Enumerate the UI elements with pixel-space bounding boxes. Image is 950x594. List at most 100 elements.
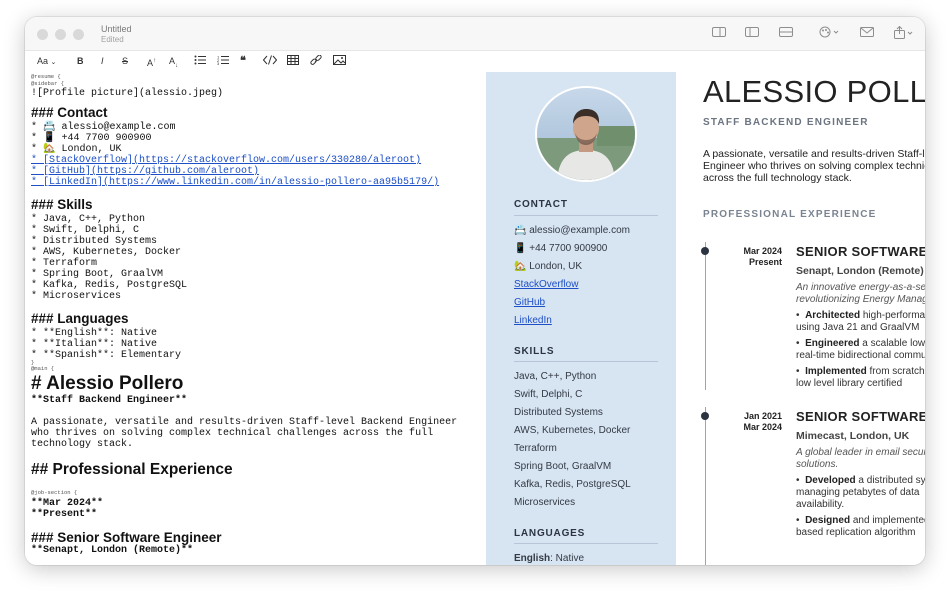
link-icon[interactable]	[310, 54, 322, 68]
job-bullet: • Architected high-performance using Jav…	[796, 310, 925, 333]
document-title: Untitled	[101, 24, 132, 34]
editor-link[interactable]: * [GitHub](https://github.com/aleroot)	[31, 166, 259, 177]
divider	[514, 215, 658, 216]
blockquote-icon[interactable]: ❝	[240, 55, 246, 67]
experience-heading: PROFESSIONAL EXPERIENCE	[703, 209, 877, 220]
minimize-window-button[interactable]	[55, 29, 66, 40]
editor-line: * Microservices	[31, 291, 122, 302]
contact-heading: CONTACT	[514, 199, 568, 210]
formatting-toolbar: Aa ⌄ B I S A↑ A↓ 123 ❝	[25, 51, 925, 72]
editor-line: * Java, C++, Python	[31, 214, 146, 225]
table-icon[interactable]	[287, 55, 299, 68]
strikethrough-button[interactable]: S	[122, 55, 128, 67]
skill-item: Kafka, Redis, PostgreSQL	[514, 479, 631, 490]
close-window-button[interactable]	[37, 29, 48, 40]
numbered-list-icon[interactable]: 123	[217, 55, 229, 68]
timeline-dot	[701, 412, 709, 420]
editor-heading: ### Contact	[31, 105, 108, 120]
share-icon[interactable]	[893, 25, 915, 43]
editor-line: * **English**: Native	[31, 328, 158, 339]
timeline-dot	[701, 247, 709, 255]
editor-heading: # Alessio Pollero	[31, 373, 184, 394]
stackoverflow-link[interactable]: StackOverflow	[514, 279, 578, 290]
resume-preview[interactable]: CONTACT 📇 alessio@example.com 📱 +44 7700…	[486, 72, 925, 565]
editor-window: Untitled Edited Aa ⌄ B I S A↑ A↓ 1 2 3 ❝…	[25, 17, 925, 565]
svg-text:3: 3	[217, 61, 220, 65]
skill-item: Microservices	[514, 497, 576, 508]
code-icon[interactable]	[262, 55, 278, 68]
zoom-window-button[interactable]	[73, 29, 84, 40]
job-bullet: • Developed a distributed system managin…	[796, 475, 925, 510]
editor-heading: ## Professional Experience	[31, 461, 233, 478]
editor-line: * 📇 alessio@example.com	[31, 122, 176, 133]
job-bullet: • Designed and implemented based replica…	[796, 515, 925, 538]
editor-heading: ### Senior Software Engineer	[31, 530, 222, 545]
job-bullet: • Implemented from scratch low level lib…	[796, 366, 925, 389]
job-date-start: Mar 2024	[743, 246, 782, 256]
job-title: SENIOR SOFTWARE ENGINEER	[796, 244, 925, 259]
markdown-editor[interactable]: @resume { @sidebar { ![Profile picture](…	[25, 72, 486, 565]
job-company: Senapt, London (Remote)	[796, 265, 924, 277]
github-link[interactable]: GitHub	[514, 297, 545, 308]
job-date-end: Mar 2024	[743, 422, 782, 432]
editor-line: * AWS, Kubernetes, Docker	[31, 247, 182, 258]
bold-button[interactable]: B	[77, 55, 84, 67]
divider	[514, 361, 658, 362]
font-size-dropdown[interactable]: Aa ⌄	[37, 55, 56, 69]
document-status: Edited	[101, 35, 124, 44]
skill-item: Swift, Delphi, C	[514, 389, 583, 400]
editor-line: * Distributed Systems	[31, 236, 158, 247]
italic-button[interactable]: I	[101, 55, 104, 67]
editor-line: * Kafka, Redis, PostgreSQL	[31, 280, 188, 291]
resume-sidebar: CONTACT 📇 alessio@example.com 📱 +44 7700…	[486, 72, 676, 565]
skills-heading: SKILLS	[514, 346, 555, 357]
resume-summary: A passionate, versatile and results-driv…	[703, 148, 925, 184]
editor-line: * 🏡 London, UK	[31, 144, 122, 155]
sidebar-toggle-icon[interactable]	[745, 26, 759, 41]
editor-link[interactable]: * [LinkedIn](https://www.linkedin.com/in…	[31, 177, 439, 188]
chevron-down-icon: ⌄	[50, 59, 57, 66]
language-item: English: Native	[514, 553, 585, 564]
job-title: SENIOR SOFTWARE ENGINEER	[796, 409, 925, 424]
editor-link[interactable]: * [StackOverflow](https://stackoverflow.…	[31, 155, 421, 166]
timeline-line	[705, 407, 706, 565]
resume-role: STAFF BACKEND ENGINEER	[703, 117, 869, 128]
job-date-start: Jan 2021	[743, 411, 782, 421]
editor-line: * Spring Boot, GraalVM	[31, 269, 164, 280]
editor-paragraph: A passionate, versatile and results-driv…	[31, 417, 458, 450]
editor-line: **Senapt, London (Remote)**	[31, 545, 194, 556]
image-icon[interactable]	[333, 55, 346, 68]
editor-line: * **Spanish**: Elementary	[31, 350, 182, 361]
editor-line: * Terraform	[31, 258, 98, 269]
timeline-line	[705, 242, 706, 390]
bullet-list-icon[interactable]	[194, 55, 206, 68]
editor-heading: ### Languages	[31, 311, 129, 326]
profile-picture	[535, 86, 637, 182]
editor-line: * Swift, Delphi, C	[31, 225, 140, 236]
theme-palette-icon[interactable]	[818, 26, 840, 41]
superscript-button[interactable]: A↑	[147, 55, 156, 69]
split-view-icon[interactable]	[712, 26, 726, 41]
skill-item: Terraform	[514, 443, 557, 454]
job-description: A global leader in email security soluti…	[796, 447, 925, 470]
layout-horizontal-icon[interactable]	[779, 26, 793, 41]
job-description: An innovative energy-as-a-service compan…	[796, 282, 925, 305]
contact-location: 🏡 London, UK	[514, 261, 583, 272]
contact-phone: 📱 +44 7700 900900	[514, 243, 608, 254]
skill-item: Distributed Systems	[514, 407, 603, 418]
editor-line: * **Italian**: Native	[31, 339, 158, 350]
resume-main: ALESSIO POLLERO STAFF BACKEND ENGINEER A…	[676, 72, 925, 565]
divider	[514, 543, 658, 544]
editor-line: **Staff Backend Engineer**	[31, 395, 188, 406]
skill-item: AWS, Kubernetes, Docker	[514, 425, 631, 436]
editor-heading: ### Skills	[31, 197, 93, 212]
subscript-button[interactable]: A↓	[169, 55, 178, 72]
editor-line: * 📱 +44 7700 900900	[31, 133, 152, 144]
skill-item: Spring Boot, GraalVM	[514, 461, 612, 472]
mail-icon[interactable]	[860, 26, 874, 41]
editor-line: **Mar 2024**	[31, 498, 104, 509]
skill-item: Java, C++, Python	[514, 371, 597, 382]
linkedin-link[interactable]: LinkedIn	[514, 315, 552, 326]
job-company: Mimecast, London, UK	[796, 430, 910, 442]
job-bullet: • Engineered a scalable low real-time bi…	[796, 338, 925, 361]
